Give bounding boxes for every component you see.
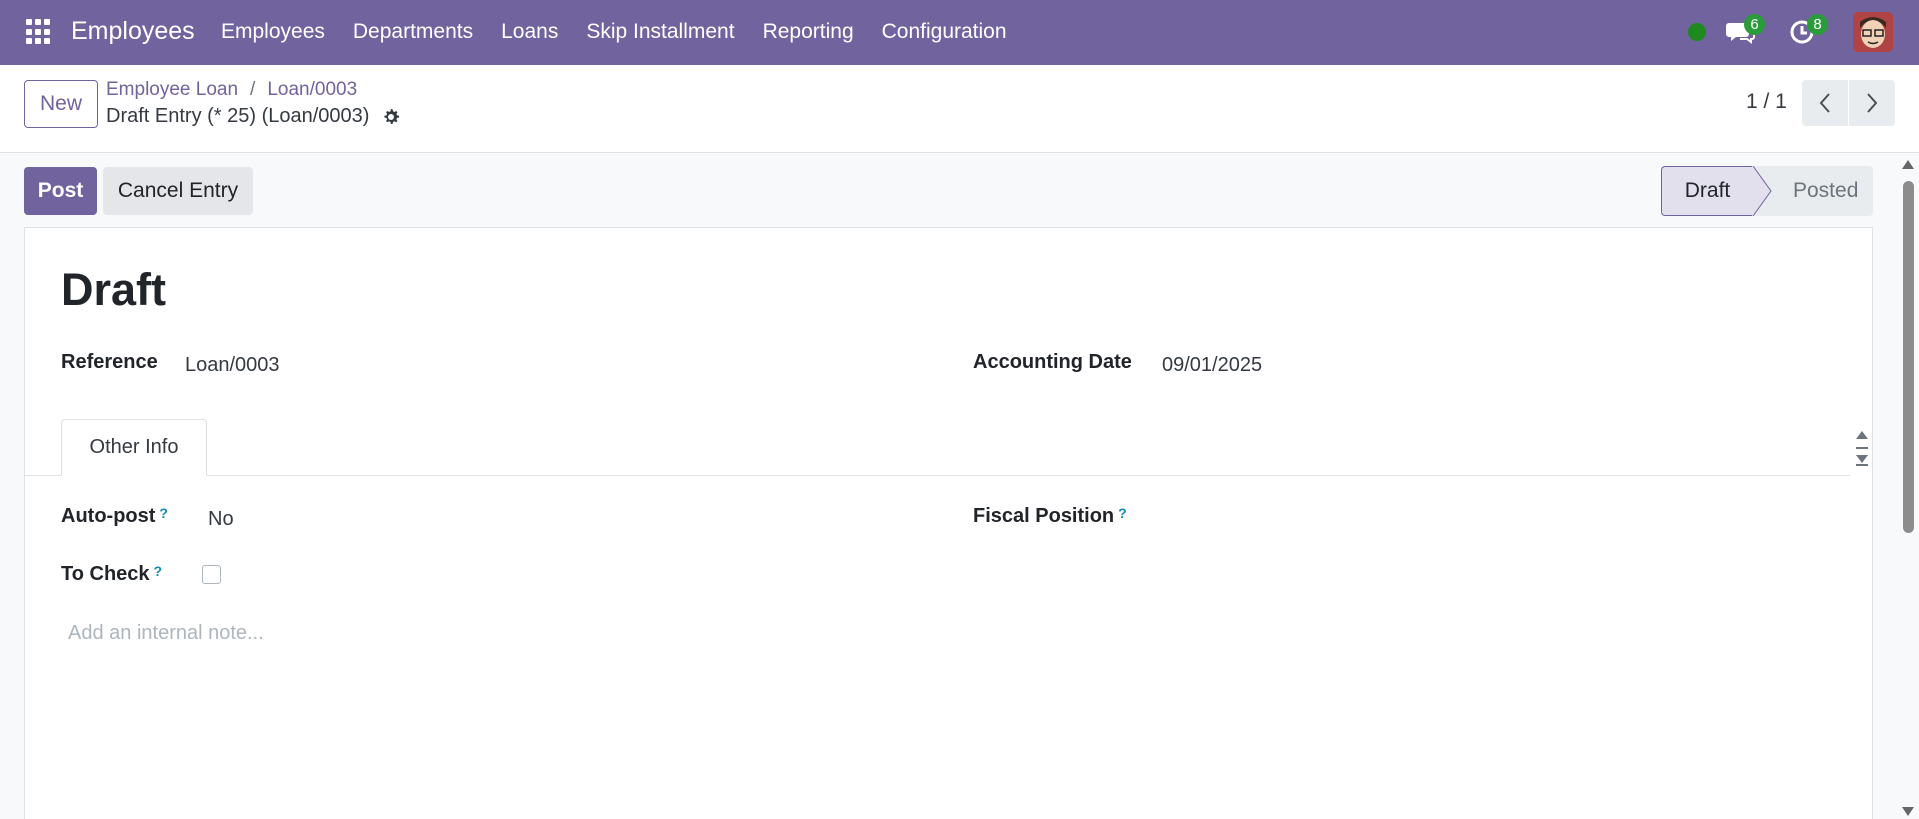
sort-handle-icon[interactable] bbox=[1854, 425, 1870, 473]
to-check-label: To Check? bbox=[61, 563, 162, 586]
accounting-date-label: Accounting Date bbox=[973, 351, 1132, 373]
pager-value[interactable]: 1 / 1 bbox=[1746, 90, 1787, 114]
chevron-right-icon bbox=[1867, 93, 1878, 113]
scroll-up-arrow-icon[interactable] bbox=[1902, 160, 1914, 169]
top-navbar: Employees Employees Departments Loans Sk… bbox=[0, 0, 1919, 65]
record-title-line: Draft Entry (* 25) (Loan/0003) bbox=[106, 105, 401, 128]
auto-post-value[interactable]: No bbox=[208, 508, 234, 531]
form-sheet: Draft Reference Loan/0003 Accounting Dat… bbox=[24, 227, 1873, 819]
pager-previous-button[interactable] bbox=[1802, 80, 1848, 126]
scroll-down-arrow-icon[interactable] bbox=[1902, 807, 1914, 816]
scroll-thumb[interactable] bbox=[1903, 181, 1914, 533]
help-icon[interactable]: ? bbox=[1118, 505, 1127, 521]
fiscal-position-label: Fiscal Position? bbox=[973, 505, 1127, 528]
breadcrumb-loan-record[interactable]: Loan/0003 bbox=[267, 79, 357, 101]
internal-note-field[interactable]: Add an internal note... bbox=[68, 622, 264, 645]
menu-item-loans[interactable]: Loans bbox=[501, 20, 558, 44]
user-avatar[interactable] bbox=[1853, 12, 1893, 52]
main-menu: Employees Departments Loans Skip Install… bbox=[221, 20, 1035, 44]
breadcrumb-separator: / bbox=[250, 79, 256, 100]
record-state-title: Draft bbox=[61, 264, 167, 315]
reference-value[interactable]: Loan/0003 bbox=[185, 354, 280, 377]
breadcrumb: Employee Loan / Loan/0003 bbox=[106, 79, 357, 101]
control-panel: New Employee Loan / Loan/0003 Draft Entr… bbox=[0, 65, 1919, 153]
stage-draft[interactable]: Draft bbox=[1661, 166, 1753, 216]
post-button[interactable]: Post bbox=[24, 167, 97, 215]
auto-post-label-text: Auto-post bbox=[61, 505, 156, 527]
menu-item-reporting[interactable]: Reporting bbox=[763, 20, 854, 44]
chevron-left-icon bbox=[1819, 93, 1830, 113]
chat-icon[interactable]: 6 bbox=[1726, 14, 1765, 47]
stage-arrow bbox=[1752, 166, 1772, 216]
menu-item-configuration[interactable]: Configuration bbox=[882, 20, 1007, 44]
pager-next-button[interactable] bbox=[1849, 80, 1895, 126]
fiscal-position-label-text: Fiscal Position bbox=[973, 505, 1115, 527]
apps-grid-icon[interactable] bbox=[26, 19, 52, 45]
to-check-label-text: To Check bbox=[61, 563, 150, 585]
activity-clock-icon[interactable]: 8 bbox=[1789, 14, 1828, 47]
reference-label: Reference bbox=[61, 351, 158, 373]
accounting-date-value[interactable]: 09/01/2025 bbox=[1162, 354, 1262, 377]
record-name: Draft Entry (* 25) (Loan/0003) bbox=[106, 105, 370, 127]
gear-icon[interactable] bbox=[381, 107, 401, 127]
cancel-entry-button[interactable]: Cancel Entry bbox=[103, 167, 253, 215]
tab-other-info[interactable]: Other Info bbox=[61, 419, 207, 476]
auto-post-label: Auto-post? bbox=[61, 505, 168, 528]
chat-count-badge: 6 bbox=[1744, 14, 1765, 35]
to-check-checkbox[interactable] bbox=[202, 565, 221, 584]
menu-item-employees[interactable]: Employees bbox=[221, 20, 325, 44]
app-title[interactable]: Employees bbox=[71, 17, 195, 46]
online-status-icon bbox=[1688, 23, 1706, 41]
help-icon[interactable]: ? bbox=[154, 563, 163, 579]
activity-count-badge: 8 bbox=[1807, 14, 1828, 35]
tab-divider bbox=[25, 475, 1850, 476]
breadcrumb-employee-loan[interactable]: Employee Loan bbox=[106, 79, 238, 101]
new-button[interactable]: New bbox=[24, 80, 98, 128]
help-icon[interactable]: ? bbox=[159, 505, 168, 521]
menu-item-skip-installment[interactable]: Skip Installment bbox=[586, 20, 734, 44]
menu-item-departments[interactable]: Departments bbox=[353, 20, 473, 44]
page-scrollbar[interactable] bbox=[1897, 154, 1919, 819]
